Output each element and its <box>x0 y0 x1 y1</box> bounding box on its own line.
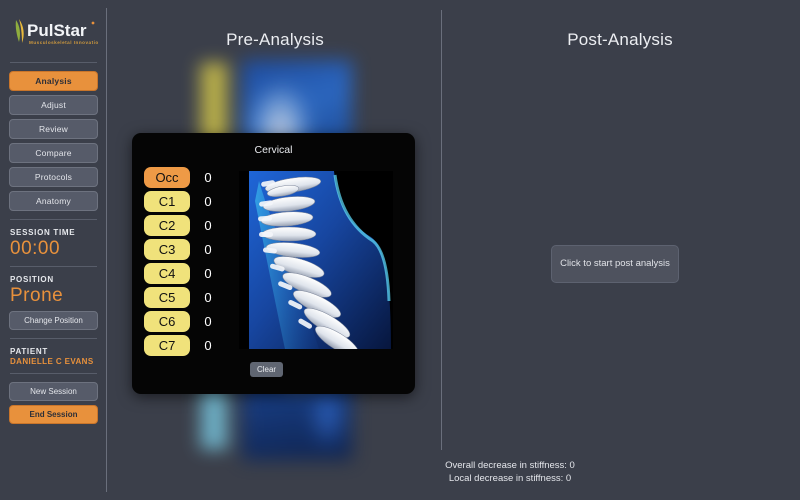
post-analysis-title: Post-Analysis <box>567 30 673 49</box>
patient-name: DANIELLE C EVANS <box>10 357 94 366</box>
vertebra-value-c4: 0 <box>204 266 212 281</box>
sidebar-divider-session <box>10 266 97 267</box>
svg-text:Musculoskeletal Innovations: Musculoskeletal Innovations <box>29 40 98 45</box>
vertebra-value-c6: 0 <box>204 314 212 329</box>
patient-block: PATIENT DANIELLE C EVANS <box>8 347 99 366</box>
vertebra-value-column: 0 0 0 0 0 0 0 0 <box>194 167 222 359</box>
clear-button[interactable]: Clear <box>250 362 283 377</box>
sidebar-divider-nav <box>10 219 97 220</box>
svg-text:PulStar: PulStar <box>27 21 87 40</box>
vertebra-value-c3: 0 <box>204 242 212 257</box>
sidebar-divider-top <box>10 62 97 63</box>
background-chip <box>200 64 228 78</box>
background-chip <box>200 81 228 95</box>
vertebra-button-c5[interactable]: C5 <box>144 287 190 308</box>
sidebar-nav: Analysis Adjust Review Compare Protocols Anat… <box>8 71 99 211</box>
pre-analysis-title: Pre-Analysis <box>226 30 324 49</box>
vertebra-button-c4[interactable]: C4 <box>144 263 190 284</box>
patient-label: PATIENT <box>10 347 48 356</box>
sidebar-item-protocols[interactable]: Protocols <box>9 167 98 187</box>
cervical-analysis-modal: Cervical Occ C1 C2 C3 C4 C5 C6 C7 0 0 0 0 0 0 0 0 <box>132 133 415 394</box>
background-chip <box>200 400 228 414</box>
vertebra-button-c2[interactable]: C2 <box>144 215 190 236</box>
vertebra-button-c6[interactable]: C6 <box>144 311 190 332</box>
vertebra-value-occ: 0 <box>204 170 212 185</box>
change-position-button[interactable]: Change Position <box>9 311 98 330</box>
vertebra-button-occ[interactable]: Occ <box>144 167 190 188</box>
background-chip <box>200 434 228 448</box>
vertebra-button-c1[interactable]: C1 <box>144 191 190 212</box>
start-post-analysis-button[interactable]: Click to start post analysis <box>551 245 679 283</box>
sidebar-item-anatomy[interactable]: Anatomy <box>9 191 98 211</box>
background-chip <box>200 98 228 112</box>
stiffness-summary: Overall decrease in stiffness: 0 Local d… <box>300 459 720 485</box>
brand-logo: PulStar Musculoskeletal Innovations <box>8 0 99 58</box>
sidebar-divider-position <box>10 338 97 339</box>
sidebar-divider-patient <box>10 373 97 374</box>
spine-illustration-icon <box>239 171 393 349</box>
vertebra-value-c2: 0 <box>204 218 212 233</box>
local-stiffness-text: Local decrease in stiffness: 0 <box>448 473 572 484</box>
sidebar-item-compare[interactable]: Compare <box>9 143 98 163</box>
sidebar-vertical-rule <box>106 8 107 492</box>
cervical-spine-image <box>239 171 393 349</box>
sidebar-item-adjust[interactable]: Adjust <box>9 95 98 115</box>
modal-title: Cervical <box>254 144 293 156</box>
position-block: POSITION Prone Change Position <box>8 275 99 330</box>
session-time-block: SESSION TIME 00:00 <box>8 228 99 260</box>
vertebra-button-c7[interactable]: C7 <box>144 335 190 356</box>
pane-vertical-rule <box>441 10 442 450</box>
new-session-button[interactable]: New Session <box>9 382 98 401</box>
sidebar-item-review[interactable]: Review <box>9 119 98 139</box>
session-time-value: 00:00 <box>10 238 61 259</box>
vertebra-button-column: Occ C1 C2 C3 C4 C5 C6 C7 <box>144 167 190 359</box>
vertebra-button-c3[interactable]: C3 <box>144 239 190 260</box>
vertebra-value-c7: 0 <box>204 338 212 353</box>
position-value: Prone <box>10 285 64 306</box>
position-label: POSITION <box>10 275 54 284</box>
vertebra-value-c1: 0 <box>204 194 212 209</box>
app-root: PulStar Musculoskeletal Innovations Anal… <box>0 0 800 500</box>
overall-stiffness-text: Overall decrease in stiffness: 0 <box>445 460 575 471</box>
vertebra-value-c5: 0 <box>204 290 212 305</box>
sidebar-item-analysis[interactable]: Analysis <box>9 71 98 91</box>
background-chip <box>200 115 228 129</box>
sidebar: PulStar Musculoskeletal Innovations Anal… <box>0 0 107 500</box>
session-time-label: SESSION TIME <box>10 228 76 237</box>
end-session-button[interactable]: End Session <box>9 405 98 424</box>
pulstar-logo-icon: PulStar Musculoskeletal Innovations <box>15 19 98 45</box>
background-chip <box>200 417 228 431</box>
